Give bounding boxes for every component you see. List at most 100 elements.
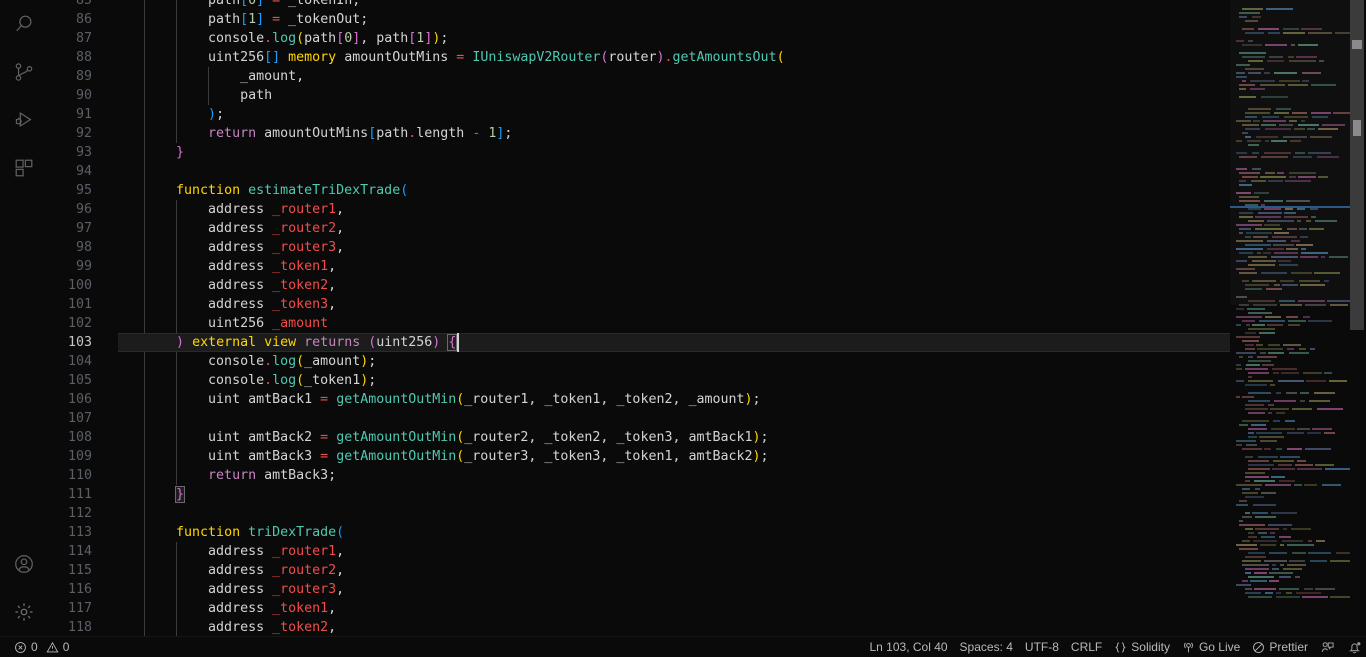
- code-line[interactable]: 113 function triDexTrade(: [48, 523, 1230, 542]
- minimap-line: [1261, 536, 1275, 538]
- line-number: 97: [75, 221, 92, 236]
- minimap-slider[interactable]: [1230, 0, 1350, 305]
- minimap-line: [1264, 448, 1271, 450]
- code-line[interactable]: 93 }: [48, 143, 1230, 162]
- line-number: 116: [67, 582, 92, 597]
- code-line[interactable]: 95 function estimateTriDexTrade(: [48, 181, 1230, 200]
- minimap-line: [1287, 564, 1306, 566]
- activity-bar-item-manage[interactable]: [0, 588, 48, 636]
- code-surface[interactable]: 85 path[0] = _tokenIn; 86 path[1] = _toke…: [48, 0, 1230, 636]
- activity-bar-item-accounts[interactable]: [0, 540, 48, 588]
- minimap-line: [1272, 368, 1297, 370]
- activity-bar-item-search[interactable]: [0, 0, 48, 48]
- code-line[interactable]: 88 uint256[] memory amountOutMins = IUni…: [48, 48, 1230, 67]
- minimap-line: [1236, 368, 1242, 370]
- minimap-line: [1276, 412, 1285, 414]
- code-line[interactable]: 98 address _router3,: [48, 238, 1230, 257]
- code-line[interactable]: 89 _amount,: [48, 67, 1230, 86]
- code-line[interactable]: 112: [48, 504, 1230, 523]
- error-count: 0: [31, 640, 38, 654]
- code-line[interactable]: 110 return amtBack3;: [48, 466, 1230, 485]
- status-eol[interactable]: CRLF: [1065, 637, 1108, 657]
- code-token: _router1: [272, 202, 337, 217]
- code-line-active[interactable]: 103 ) external view returns (uint256) {: [48, 333, 1230, 352]
- extensions-icon: [13, 157, 35, 179]
- code-text: console.log(path[0], path[1]);: [144, 29, 448, 48]
- line-number: 101: [67, 297, 92, 312]
- code-line[interactable]: 118 address _token2,: [48, 618, 1230, 636]
- minimap-line: [1239, 500, 1247, 502]
- code-token: =: [320, 449, 329, 464]
- code-line[interactable]: 116 address _router3,: [48, 580, 1230, 599]
- code-token: ,: [528, 449, 545, 464]
- code-line[interactable]: 102 uint256 _amount: [48, 314, 1230, 333]
- code-line[interactable]: 105 console.log(_token1);: [48, 371, 1230, 390]
- code-token: _token3: [544, 449, 601, 464]
- code-line[interactable]: 99 address _token1,: [48, 257, 1230, 276]
- code-token: address: [208, 259, 265, 274]
- line-number: 118: [67, 620, 92, 635]
- activity-bar-item-source-control[interactable]: [0, 48, 48, 96]
- code-line[interactable]: 106 uint amtBack1 = getAmountOutMin(_rou…: [48, 390, 1230, 409]
- code-line[interactable]: 108 uint amtBack2 = getAmountOutMin(_rou…: [48, 428, 1230, 447]
- code-line[interactable]: 97 address _router2,: [48, 219, 1230, 238]
- minimap-line: [1300, 400, 1305, 402]
- code-editor[interactable]: 85 path[0] = _tokenIn; 86 path[1] = _toke…: [48, 0, 1230, 636]
- code-token: ;: [368, 373, 377, 388]
- minimap[interactable]: [1230, 0, 1350, 636]
- code-line[interactable]: 104 console.log(_amount);: [48, 352, 1230, 371]
- code-line[interactable]: 109 uint amtBack3 = getAmountOutMin(_rou…: [48, 447, 1230, 466]
- minimap-line: [1247, 308, 1265, 310]
- code-token: ;: [760, 430, 769, 445]
- code-token: ,: [600, 449, 617, 464]
- minimap-line: [1248, 468, 1270, 470]
- line-number: 99: [75, 259, 92, 274]
- activity-bar-item-run-debug[interactable]: [0, 96, 48, 144]
- minimap-line: [1245, 476, 1269, 478]
- status-prettier[interactable]: Prettier: [1246, 637, 1314, 657]
- code-line[interactable]: 94: [48, 162, 1230, 181]
- line-number: 109: [67, 449, 92, 464]
- code-line[interactable]: 101 address _token3,: [48, 295, 1230, 314]
- minimap-line: [1286, 316, 1298, 318]
- code-line[interactable]: 85 path[0] = _tokenIn;: [48, 0, 1230, 10]
- code-token: address: [208, 221, 265, 236]
- minimap-line: [1251, 424, 1266, 426]
- code-line[interactable]: 96 address _router1,: [48, 200, 1230, 219]
- status-encoding[interactable]: UTF-8: [1019, 637, 1065, 657]
- scrollbar-thumb[interactable]: [1350, 0, 1364, 330]
- status-language-mode[interactable]: Solidity: [1108, 637, 1176, 657]
- status-feedback[interactable]: [1314, 637, 1341, 657]
- minimap-line: [1317, 408, 1343, 410]
- status-notifications[interactable]: [1341, 637, 1366, 657]
- no-entry-icon: [1252, 641, 1265, 654]
- code-line[interactable]: 90 path: [48, 86, 1230, 105]
- status-go-live[interactable]: Go Live: [1176, 637, 1246, 657]
- code-line[interactable]: 91 );: [48, 105, 1230, 124]
- code-line[interactable]: 117 address _token1,: [48, 599, 1230, 618]
- code-line[interactable]: 92 return amountOutMins[path.length - 1]…: [48, 124, 1230, 143]
- warning-icon: [46, 641, 59, 654]
- code-token: ;: [504, 126, 513, 141]
- line-number: 112: [67, 506, 92, 521]
- status-problems[interactable]: 0 0: [8, 637, 75, 657]
- code-line[interactable]: 115 address _router2,: [48, 561, 1230, 580]
- editor-scrollbar[interactable]: [1350, 0, 1366, 636]
- code-token: _token1: [616, 449, 673, 464]
- code-line[interactable]: 100 address _token2,: [48, 276, 1230, 295]
- minimap-line: [1245, 556, 1266, 558]
- status-cursor-position[interactable]: Ln 103, Col 40: [863, 637, 953, 657]
- code-line[interactable]: 86 path[1] = _tokenOut;: [48, 10, 1230, 29]
- minimap-line: [1239, 356, 1243, 358]
- code-token: _amount: [304, 354, 361, 369]
- indent-guide: [144, 504, 145, 523]
- code-line[interactable]: 107: [48, 409, 1230, 428]
- code-line[interactable]: 114 address _router1,: [48, 542, 1230, 561]
- code-line[interactable]: 111 }: [48, 485, 1230, 504]
- code-line[interactable]: 87 console.log(path[0], path[1]);: [48, 29, 1230, 48]
- status-indentation[interactable]: Spaces: 4: [954, 637, 1019, 657]
- activity-bar-item-extensions[interactable]: [0, 144, 48, 192]
- code-text: address _token1,: [144, 257, 336, 276]
